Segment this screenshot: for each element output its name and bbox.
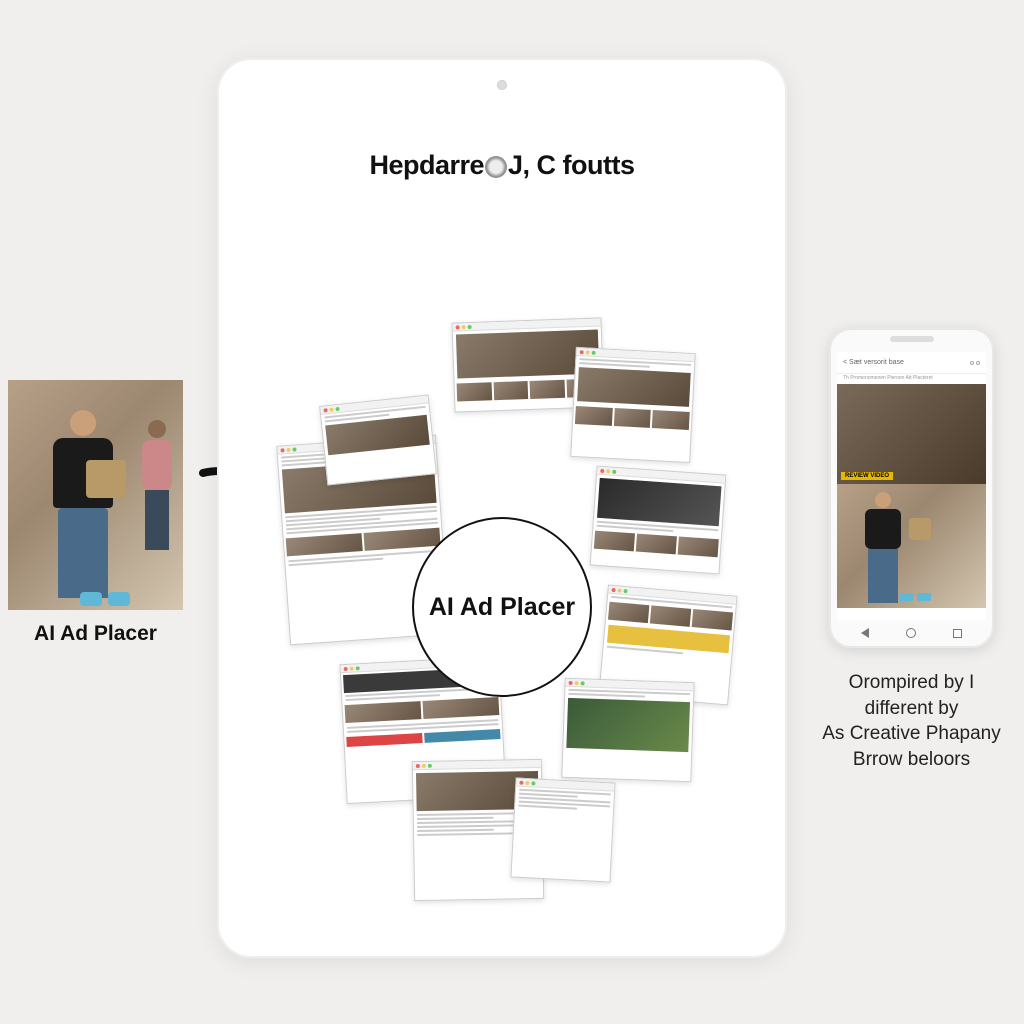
nav-back-icon (861, 628, 869, 638)
phone-caption-line: Brrow beloors (819, 747, 1004, 773)
webpage-collage: AI Ad Placer (283, 320, 721, 872)
phone-caption-line: different by (819, 696, 1004, 722)
phone-article-image-1: REVIEW VIDEO (837, 384, 986, 484)
phone-device: < Sæt versorit base Th Promenomenen Pier… (829, 328, 994, 648)
source-creative-image (8, 380, 183, 610)
nav-home-icon (906, 628, 916, 638)
phone-caption: Orompired by I different by As Creative … (819, 670, 1004, 773)
phone-navbar (843, 624, 980, 642)
tablet-camera-icon (497, 80, 507, 90)
phone-caption-line: Orompired by I (819, 670, 1004, 696)
tablet-heading-part1: Hepdarre (369, 150, 484, 180)
phone-article-image-2 (837, 484, 986, 608)
center-placer-label: AI Ad Placer (429, 593, 575, 622)
tablet-heading: Hepdarre J, C foutts (243, 150, 761, 181)
phone-app-header: < Sæt versorit base (837, 352, 986, 374)
phone-caption-line: As Creative Phapany (819, 721, 1004, 747)
phone-speaker-icon (890, 336, 934, 342)
source-creative-label: AI Ad Placer (8, 622, 183, 646)
phone-banner-tag: REVIEW VIDEO (841, 472, 893, 480)
phone-header-text: < Sæt versorit base (843, 359, 904, 366)
tablet-screen: Hepdarre J, C foutts (243, 110, 761, 922)
phone-subheader: Th Promenomenen Pieroen Att Placteret (837, 374, 986, 384)
nav-recent-icon (953, 629, 962, 638)
tablet-device: Hepdarre J, C foutts (217, 58, 787, 958)
source-creative-block: AI Ad Placer (8, 380, 183, 646)
phone-header-actions-icon (970, 361, 980, 365)
heading-badge-icon (485, 156, 507, 178)
tablet-heading-part2: J, C foutts (508, 150, 635, 180)
phone-screen: < Sæt versorit base Th Promenomenen Pier… (837, 352, 986, 620)
center-placer-circle: AI Ad Placer (412, 517, 592, 697)
